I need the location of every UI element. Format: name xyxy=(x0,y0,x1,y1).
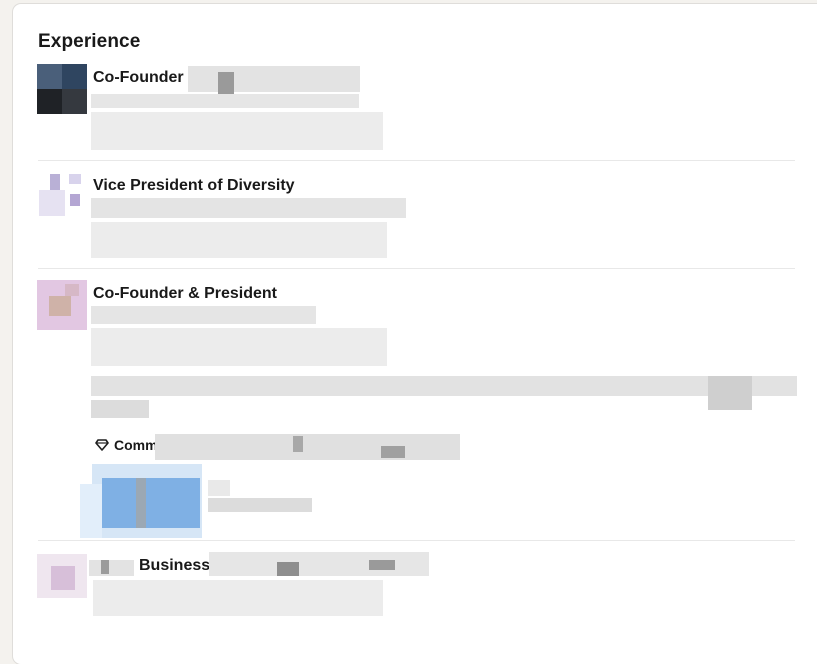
company-logo[interactable] xyxy=(37,174,87,224)
redacted-text xyxy=(208,498,312,512)
redacted-text xyxy=(101,560,109,574)
redacted-text xyxy=(208,480,230,496)
redacted-text xyxy=(91,400,149,418)
redacted-text xyxy=(91,306,316,324)
redacted-text xyxy=(293,436,303,452)
redacted-text xyxy=(91,328,387,366)
company-logo[interactable] xyxy=(37,280,87,330)
redacted-text xyxy=(93,580,383,616)
redacted-text xyxy=(369,560,395,570)
job-title[interactable]: Co-Founder xyxy=(93,69,184,87)
section-heading: Experience xyxy=(38,31,141,52)
company-logo[interactable] xyxy=(37,64,87,114)
job-title[interactable]: Co-Founder & President xyxy=(93,285,277,303)
redacted-text xyxy=(91,198,406,218)
job-title[interactable]: Business xyxy=(139,557,210,575)
experience-card: Experience Co-Founder Vice President of … xyxy=(13,4,817,664)
divider xyxy=(38,268,795,269)
redacted-text xyxy=(91,376,797,396)
redacted-text xyxy=(277,562,299,576)
redacted-text xyxy=(218,72,234,94)
redacted-text xyxy=(209,552,429,576)
company-logo[interactable] xyxy=(37,554,87,604)
redacted-text xyxy=(89,560,134,576)
skills-label: Comm xyxy=(114,437,158,453)
redacted-text xyxy=(381,446,405,458)
redacted-text xyxy=(91,94,359,108)
diamond-icon xyxy=(95,439,109,451)
redacted-text xyxy=(91,222,387,258)
redacted-text xyxy=(91,112,383,150)
divider xyxy=(38,160,795,161)
media-thumbnail[interactable] xyxy=(80,464,202,538)
redacted-text xyxy=(155,434,460,460)
job-title[interactable]: Vice President of Diversity xyxy=(93,177,295,195)
divider xyxy=(38,540,795,541)
redacted-text xyxy=(188,66,360,92)
redacted-text xyxy=(708,376,752,410)
